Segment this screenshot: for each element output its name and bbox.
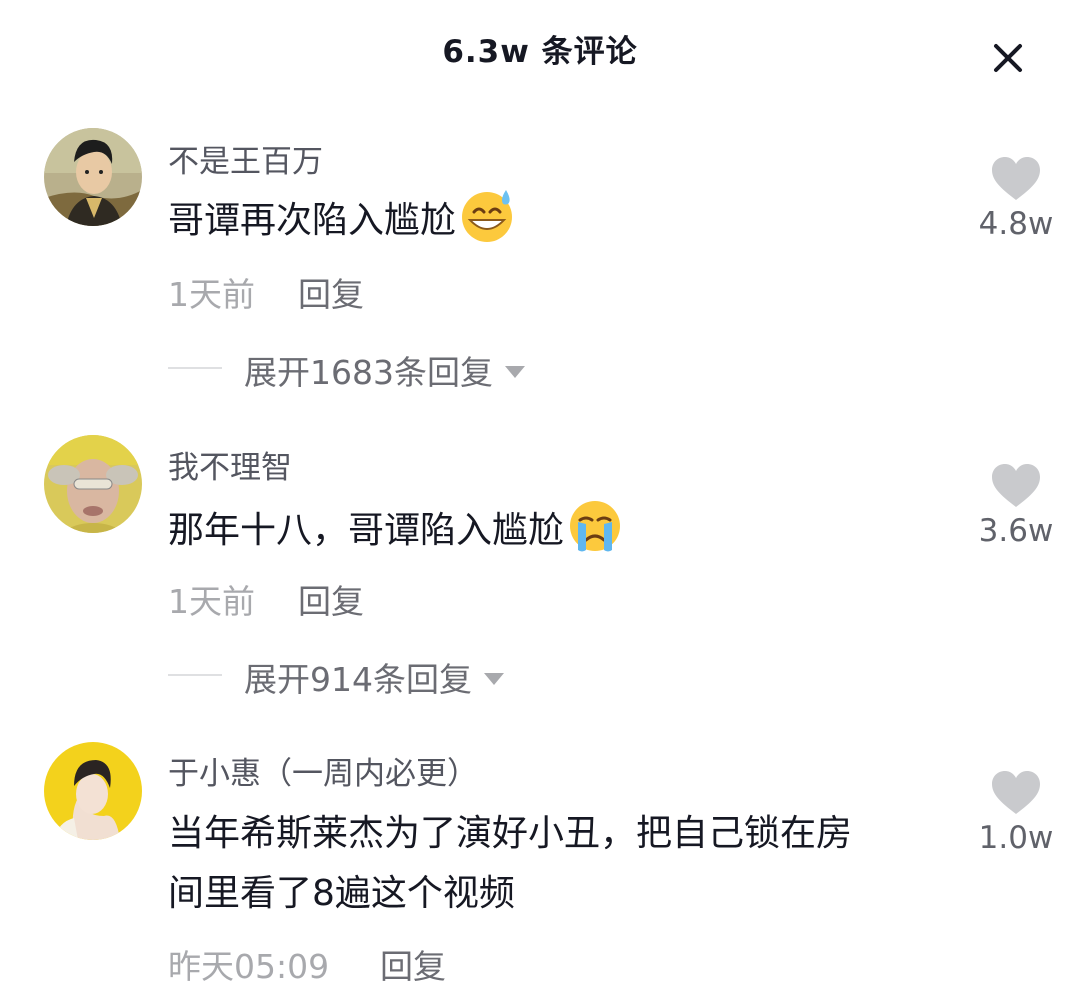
reply-button[interactable]: 回复	[298, 268, 364, 316]
like-button[interactable]: 1.0w	[968, 770, 1064, 856]
comment-time: 1天前	[168, 582, 255, 621]
comment-text-line: 间里看了8遍这个视频	[168, 873, 515, 914]
comment-text: 那年十八，哥谭陷入尴尬	[168, 496, 958, 561]
heart-icon	[992, 464, 1040, 507]
comment-text: 哥谭再次陷入尴尬	[168, 186, 958, 251]
comment-time: 1天前	[168, 275, 255, 314]
expand-replies-button[interactable]: 展开1683条回复	[168, 346, 548, 392]
heart-icon	[992, 771, 1040, 814]
avatar[interactable]	[44, 435, 142, 533]
comment-text-content: 哥谭再次陷入尴尬	[168, 200, 457, 241]
heart-icon	[992, 157, 1040, 200]
comment-text-line: 当年希斯莱杰为了演好小丑，把自己锁在房	[168, 813, 853, 854]
avatar[interactable]	[44, 742, 142, 840]
expand-replies-label: 展开914条回复	[244, 660, 472, 699]
comment-text-content: 那年十八，哥谭陷入尴尬	[168, 510, 565, 551]
comments-count-title: 6.3w 条评论	[442, 34, 638, 70]
crying-face-emoji-icon	[570, 501, 621, 552]
close-icon	[994, 44, 1022, 72]
divider	[168, 367, 222, 369]
reply-button[interactable]: 回复	[298, 575, 364, 623]
reply-button[interactable]: 回复	[380, 940, 446, 988]
avatar[interactable]	[44, 128, 142, 226]
comment-username[interactable]: 我不理智	[168, 442, 292, 487]
like-button[interactable]: 4.8w	[968, 156, 1064, 242]
close-button[interactable]	[986, 36, 1030, 80]
like-button[interactable]: 3.6w	[968, 463, 1064, 549]
grinning-sweat-emoji-icon	[462, 190, 513, 242]
comments-panel: 6.3w 条评论 不是王百万 哥谭再次陷入尴尬 1天前 回复 展开1683条回复…	[0, 0, 1080, 1000]
comment-time: 昨天05:09	[168, 947, 330, 986]
divider	[168, 674, 222, 676]
like-count: 4.8w	[978, 206, 1054, 242]
expand-replies-label: 展开1683条回复	[244, 353, 493, 392]
chevron-down-icon	[484, 673, 504, 685]
expand-replies-button[interactable]: 展开914条回复	[168, 653, 528, 699]
like-count: 3.6w	[978, 513, 1054, 549]
comments-header: 6.3w 条评论	[0, 0, 1080, 100]
comment-username[interactable]: 不是王百万	[168, 136, 323, 181]
chevron-down-icon	[504, 366, 525, 378]
like-count: 1.0w	[978, 820, 1054, 856]
comment-text: 当年希斯莱杰为了演好小丑，把自己锁在房 间里看了8遍这个视频	[168, 804, 958, 924]
comment-username[interactable]: 于小惠（一周内必更）	[168, 748, 478, 793]
